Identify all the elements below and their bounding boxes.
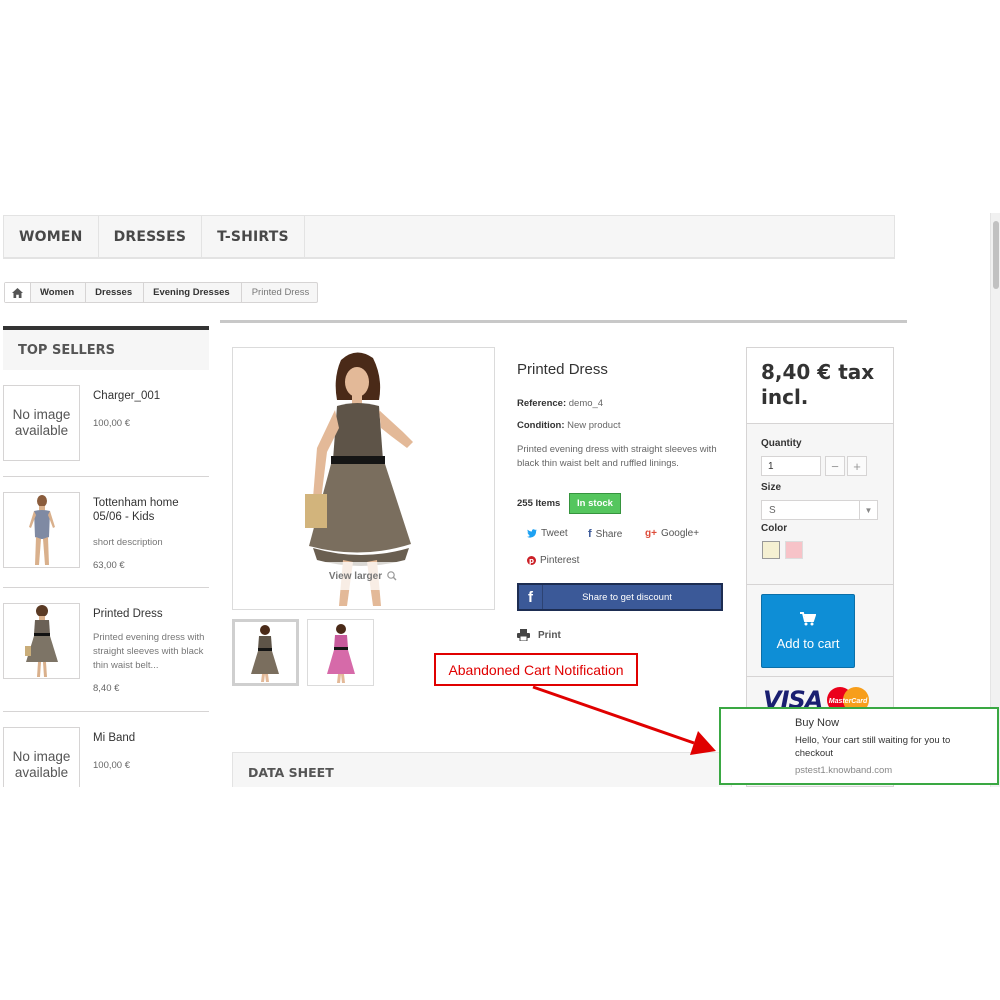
menu-item-t-shirts[interactable]: T-SHIRTS: [202, 216, 305, 258]
home-icon[interactable]: [5, 283, 31, 302]
menu-item-dresses[interactable]: DRESSES: [99, 216, 203, 258]
list-item: No image available Charger_001 100,00 €: [3, 385, 209, 477]
product-description: short description: [93, 537, 163, 548]
product-thumbnail[interactable]: [3, 603, 80, 679]
reference-value: demo_4: [568, 398, 604, 409]
color-swatch-pink[interactable]: [785, 541, 803, 559]
condition-label: Condition:: [517, 420, 565, 431]
product-description: Printed evening dress with straight slee…: [93, 632, 205, 671]
page-scrollbar[interactable]: [990, 213, 1000, 787]
print-label: Print: [538, 629, 561, 641]
top-sellers-heading: TOP SELLERS: [3, 326, 209, 370]
share-to-get-discount-button[interactable]: f Share to get discount: [517, 583, 723, 611]
thumbnail-2[interactable]: [307, 619, 374, 686]
product-thumbnail[interactable]: [3, 492, 80, 568]
dress-thumbnail-image: [251, 625, 279, 682]
twitter-icon: [527, 529, 537, 538]
reference-label: Reference:: [517, 398, 567, 409]
breadcrumb: Women Dresses Evening Dresses Printed Dr…: [4, 282, 319, 303]
share-discount-label: Share to get discount: [582, 591, 672, 603]
pinterest-icon: p: [527, 556, 536, 565]
pink-dress-thumbnail-image: [327, 624, 355, 683]
facebook-icon: f: [519, 585, 543, 609]
list-item: Printed Dress Printed evening dress with…: [3, 603, 209, 712]
printer-icon: [517, 629, 530, 641]
product-thumbnail[interactable]: No image available: [3, 727, 80, 787]
product-description: Printed evening dress with straight slee…: [517, 444, 717, 469]
pinterest-label: Pinterest: [540, 555, 580, 566]
breadcrumb-women[interactable]: Women: [31, 283, 87, 302]
size-label: Size: [761, 482, 782, 493]
plus-icon: +: [853, 458, 861, 474]
tweet-label: Tweet: [541, 528, 568, 539]
add-to-cart-label: Add to cart: [776, 635, 840, 651]
minus-icon: −: [831, 458, 839, 474]
scrollbar-thumb[interactable]: [993, 221, 999, 289]
google-plus-label: Google+: [660, 528, 700, 539]
size-value: S: [769, 505, 776, 516]
svg-text:p: p: [529, 557, 534, 565]
breadcrumb-evening-dresses[interactable]: Evening Dresses: [144, 283, 242, 302]
annotation-label: Abandoned Cart Notification: [434, 653, 638, 686]
product-reference: Reference: demo_4: [517, 398, 603, 409]
menu-item-women[interactable]: WOMEN: [4, 216, 99, 258]
facebook-icon: f: [588, 528, 592, 540]
pinterest-button[interactable]: p Pinterest: [527, 555, 579, 566]
quantity-label: Quantity: [761, 438, 802, 449]
notification-body: Hello, Your cart still waiting for you t…: [795, 735, 951, 759]
stock-count: 255 Items: [517, 498, 561, 509]
thumbnail-1[interactable]: [232, 619, 299, 686]
product-name[interactable]: Printed Dress: [93, 607, 208, 621]
view-larger-button[interactable]: View larger: [310, 562, 416, 590]
product-price: 63,00 €: [93, 560, 125, 571]
quantity-plus-button[interactable]: +: [847, 456, 867, 476]
mastercard-text: MasterCard: [829, 698, 868, 705]
condition-value: New product: [567, 420, 621, 431]
dress-image: [24, 605, 58, 677]
product-condition: Condition: New product: [517, 420, 620, 431]
breadcrumb-current: Printed Dress: [251, 287, 310, 298]
color-swatch-beige[interactable]: [762, 541, 780, 559]
product-price: 100,00 €: [93, 760, 130, 771]
top-menu: WOMEN DRESSES T-SHIRTS: [3, 215, 895, 259]
product-price: 8,40 € tax incl.: [747, 348, 893, 424]
zoom-icon: [387, 571, 397, 581]
notification-site: pstest1.knowband.com: [795, 765, 893, 776]
product-name[interactable]: Charger_001: [93, 389, 208, 403]
google-plus-icon: g+: [645, 528, 657, 539]
google-plus-button[interactable]: g+ Google+: [645, 528, 699, 539]
view-larger-label: View larger: [328, 570, 383, 582]
buy-box-divider: [747, 676, 893, 677]
add-to-cart-button[interactable]: Add to cart: [761, 594, 855, 668]
product-thumbnail[interactable]: No image available: [3, 385, 80, 461]
share-label: Share: [595, 528, 623, 540]
quantity-minus-button[interactable]: −: [825, 456, 845, 476]
product-name[interactable]: Mi Band: [93, 731, 208, 745]
stock-status-badge: In stock: [569, 493, 621, 514]
swimsuit-image: [28, 495, 55, 565]
facebook-share-button[interactable]: f Share: [588, 528, 622, 540]
quantity-input[interactable]: 1: [761, 456, 821, 476]
buy-box-divider: [747, 584, 893, 585]
size-select[interactable]: S ▼: [761, 500, 878, 520]
product-title: Printed Dress: [517, 361, 608, 378]
product-name[interactable]: Tottenham home 05/06 - Kids: [93, 496, 208, 524]
chevron-down-icon: ▼: [859, 501, 877, 519]
list-item: Tottenham home 05/06 - Kids short descri…: [3, 492, 209, 588]
cart-icon: [800, 611, 816, 625]
notification-title: Buy Now: [795, 717, 840, 729]
tweet-button[interactable]: Tweet: [527, 528, 568, 539]
list-item: No image available Mi Band 100,00 €: [3, 727, 209, 787]
product-price: 8,40 €: [93, 683, 120, 694]
data-sheet-heading: DATA SHEET: [232, 752, 732, 787]
breadcrumb-dresses[interactable]: Dresses: [86, 283, 145, 302]
push-notification[interactable]: Buy Now Hello, Your cart still waiting f…: [719, 707, 999, 785]
print-button[interactable]: Print: [517, 629, 561, 641]
color-label: Color: [761, 523, 788, 534]
product-price: 100,00 €: [93, 418, 130, 429]
browser-viewport: WOMEN DRESSES T-SHIRTS Women Dresses Eve…: [0, 213, 1000, 787]
main-product-image[interactable]: View larger: [232, 347, 495, 610]
content-divider: [220, 320, 907, 323]
